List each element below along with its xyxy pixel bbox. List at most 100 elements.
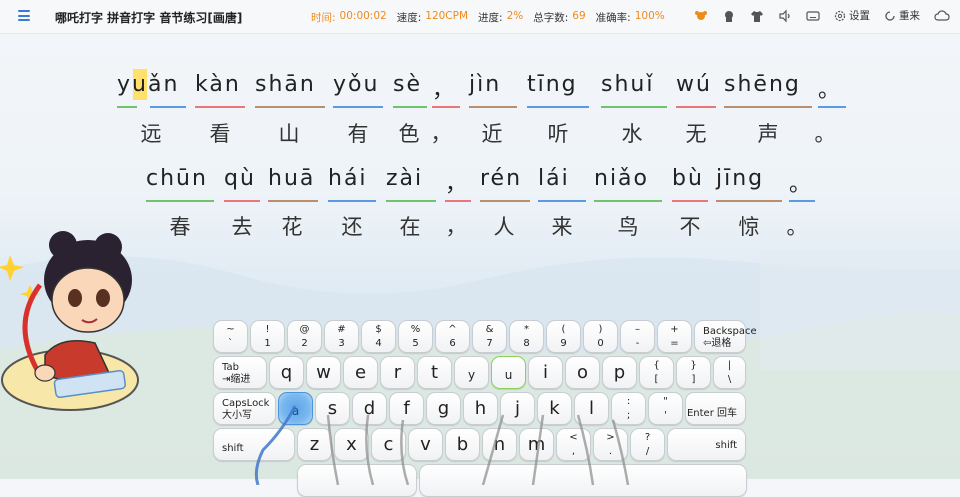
key-8[interactable]: * 8 [509, 320, 544, 353]
key-b[interactable]: b [445, 428, 480, 461]
hanzi-char: 远 [140, 122, 162, 146]
pinyin-syllable: chūn [146, 166, 208, 191]
key-t[interactable]: t [417, 356, 452, 389]
tab-label: Tab ⇥缩进 [222, 362, 250, 386]
key-backtick[interactable]: ~ ` [213, 320, 248, 353]
key-char: 8 [523, 338, 530, 349]
key-7[interactable]: & 7 [472, 320, 507, 353]
pinyin-syllable: zài [386, 166, 424, 191]
key-minus[interactable]: – - [620, 320, 655, 353]
key-right-bracket[interactable]: }] [676, 356, 711, 389]
key-backspace[interactable]: Backspace ⇦退格 [694, 320, 757, 353]
character-icon-button[interactable] [722, 9, 736, 23]
key-o[interactable]: o [565, 356, 600, 389]
hanzi-char: 惊 [738, 215, 760, 239]
key-backslash[interactable]: | \ [713, 356, 746, 389]
stat-total-label: 总字数: [533, 12, 569, 24]
key-y[interactable]: y [454, 356, 489, 389]
key-comma[interactable]: <, [556, 428, 591, 461]
backspace-label-line1: Backspace [703, 326, 757, 337]
key-5[interactable]: % 5 [398, 320, 433, 353]
key-char: ] [691, 374, 696, 385]
key-2[interactable]: @2 [287, 320, 322, 353]
hanzi-char: 无 [685, 122, 707, 146]
key-shift-char: : [626, 396, 631, 407]
key-shift-right[interactable]: shift [667, 428, 746, 461]
hanzi-char: 来 [551, 215, 573, 239]
key-semicolon[interactable]: :; [611, 392, 646, 425]
key-s[interactable]: s [315, 392, 350, 425]
key-quote[interactable]: " ' [648, 392, 683, 425]
exit-button[interactable] [934, 9, 950, 22]
sound-icon-button[interactable] [778, 9, 792, 23]
key-j[interactable]: j [500, 392, 535, 425]
key-equals[interactable]: + = [657, 320, 692, 353]
key-9[interactable]: (9 [546, 320, 581, 353]
pinyin-syllable: sè [393, 72, 422, 97]
key-m[interactable]: m [519, 428, 554, 461]
settings-button[interactable]: 设置 [834, 8, 870, 23]
key-letter: d [363, 398, 376, 419]
key-i[interactable]: i [528, 356, 563, 389]
key-left-bracket[interactable]: {[ [639, 356, 674, 389]
key-n[interactable]: n [482, 428, 517, 461]
keyboard-icon-button[interactable] [806, 9, 820, 23]
key-w[interactable]: w [306, 356, 341, 389]
key-p[interactable]: p [602, 356, 637, 389]
key-6[interactable]: ^ 6 [435, 320, 470, 353]
key-shift-char: – [635, 324, 640, 335]
key-g[interactable]: g [426, 392, 461, 425]
key-shift-char: % [410, 324, 421, 335]
stat-progress-label: 进度: [478, 12, 503, 24]
key-f[interactable]: f [389, 392, 424, 425]
menu-icon[interactable] [18, 10, 30, 21]
key-shift-char: < [569, 432, 578, 443]
key-char: ; [626, 410, 631, 421]
key-u-next[interactable]: u [491, 356, 526, 389]
stat-progress-value: 2% [506, 10, 524, 22]
key-v[interactable]: v [408, 428, 443, 461]
pinyin-syllable: yǒu [333, 72, 380, 97]
key-e[interactable]: e [343, 356, 378, 389]
key-h[interactable]: h [463, 392, 498, 425]
key-shift-char: + [670, 324, 679, 335]
key-slash[interactable]: ? / [630, 428, 665, 461]
key-1[interactable]: ! 1 [250, 320, 285, 353]
key-k[interactable]: k [537, 392, 572, 425]
key-c[interactable]: c [371, 428, 406, 461]
key-bottom-left[interactable] [297, 464, 417, 497]
hanzi-char: 。 [786, 215, 808, 239]
key-d[interactable]: d [352, 392, 387, 425]
nezha-icon-button[interactable] [694, 9, 708, 23]
restart-button[interactable]: 重来 [884, 8, 920, 23]
key-letter: l [588, 398, 594, 419]
key-shift-char: ~ [226, 324, 235, 335]
key-enter[interactable]: Enter 回车 [685, 392, 746, 425]
key-q[interactable]: q [269, 356, 304, 389]
key-l[interactable]: l [574, 392, 609, 425]
underline [333, 106, 383, 108]
key-char: 2 [301, 338, 308, 349]
key-capslock[interactable]: CapsLock 大小写 [213, 392, 276, 425]
pinyin-syllable: tīng [527, 72, 578, 97]
key-3[interactable]: #3 [324, 320, 359, 353]
pinyin-syllable: kàn [195, 72, 241, 97]
key-char: , [571, 446, 576, 457]
key-tab[interactable]: Tab ⇥缩进 [213, 356, 267, 389]
key-x[interactable]: x [334, 428, 369, 461]
hanzi-char: 春 [169, 215, 191, 239]
key-4[interactable]: $4 [361, 320, 396, 353]
skin-icon-button[interactable] [750, 9, 764, 23]
underline [601, 106, 667, 108]
key-a-finger-hint[interactable]: a [278, 392, 313, 425]
key-period[interactable]: >. [593, 428, 628, 461]
stat-speed-label: 速度: [396, 12, 422, 24]
key-space[interactable] [419, 464, 747, 497]
key-r[interactable]: r [380, 356, 415, 389]
shift-right-label: shift [715, 440, 737, 451]
capslock-label: CapsLock 大小写 [222, 398, 269, 422]
key-0[interactable]: ) 0 [583, 320, 618, 353]
key-shift-left[interactable]: shift [213, 428, 295, 461]
hanzi-char: 鸟 [617, 215, 639, 239]
key-z[interactable]: z [297, 428, 332, 461]
